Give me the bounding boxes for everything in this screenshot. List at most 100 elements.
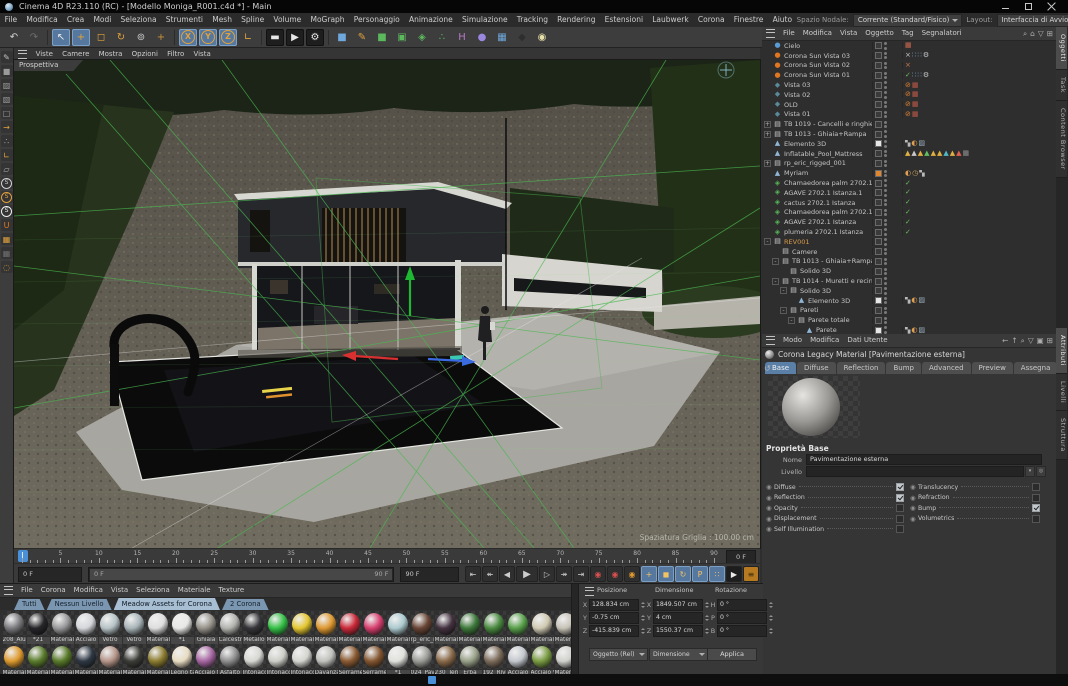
close-icon[interactable] <box>1047 2 1056 11</box>
object-row[interactable]: ◆ Vista 01 ⊘ ▦ <box>762 110 1056 120</box>
object-tag-icon[interactable]: ▦ <box>905 42 912 49</box>
viewport-menu-vista[interactable]: Vista <box>189 48 215 60</box>
object-row[interactable]: - ▤ Pareti <box>762 306 1056 316</box>
move-tool[interactable]: + <box>72 28 90 46</box>
visibility-toggles[interactable] <box>872 189 902 197</box>
preview-rotate-icon[interactable]: ↺ <box>764 364 771 373</box>
viewport-menu-opzioni[interactable]: Opzioni <box>127 48 162 60</box>
visibility-dots[interactable] <box>884 287 887 295</box>
object-tag-icon[interactable]: ✓ <box>905 189 911 196</box>
visibility-dots[interactable] <box>884 91 887 99</box>
object-manager-menu-icon[interactable] <box>766 29 775 38</box>
object-tag-icon[interactable]: ▲ <box>905 150 910 157</box>
visibility-toggles[interactable] <box>872 296 902 305</box>
layer-color-box[interactable] <box>875 71 882 79</box>
visibility-dots[interactable] <box>884 267 887 276</box>
object-tag-icon[interactable]: ⊘ <box>905 101 911 108</box>
spazio-nodale-dropdown[interactable]: Corrente (Standard/Fisico) <box>852 13 963 27</box>
viewport-menu-mostra[interactable]: Mostra <box>94 48 127 60</box>
material-swatch[interactable]: Material <box>74 644 98 677</box>
visibility-toggles[interactable] <box>872 51 902 60</box>
livello-picker-icon[interactable]: ◎ <box>1036 466 1046 477</box>
om-menu-file[interactable]: File <box>779 27 799 40</box>
panel-tab-oggetti[interactable]: Oggetti <box>1056 27 1067 70</box>
timeline-playhead[interactable] <box>18 550 28 562</box>
material-tab-meadow-assets-for-corona[interactable]: Meadow Assets for Corona <box>114 598 220 610</box>
menu-spline[interactable]: Spline <box>237 13 269 27</box>
viewport-menu-icon[interactable] <box>18 49 27 59</box>
quantize-icon[interactable]: U <box>0 219 13 231</box>
material-swatch[interactable]: *21 <box>26 611 50 644</box>
object-tag-icon[interactable]: × <box>905 52 911 59</box>
visibility-toggles[interactable] <box>872 71 902 80</box>
menu-estensioni[interactable]: Estensioni <box>600 13 648 27</box>
menu-crea[interactable]: Crea <box>62 13 89 27</box>
layout-dropdown[interactable]: Interfaccia di Avvio <box>996 13 1068 27</box>
add-primitive[interactable]: ■ <box>333 28 351 46</box>
object-row[interactable]: + ▤ TB 1019 - Cancelli e ringhiera <box>762 119 1056 129</box>
material-swatch[interactable]: Material <box>338 611 362 644</box>
object-tag-icon[interactable]: ⊘ <box>905 82 911 89</box>
om-menu-vista[interactable]: Vista <box>836 27 861 40</box>
layer-color-box[interactable] <box>875 326 882 334</box>
add-environment[interactable]: ▦ <box>493 28 511 46</box>
points-mode-icon[interactable]: ∴ <box>0 135 13 147</box>
menu-personaggio[interactable]: Personaggio <box>349 13 404 27</box>
material-swatch[interactable]: Metallo <box>242 611 266 644</box>
panel-tab-livelli[interactable]: Livelli <box>1056 373 1067 411</box>
visibility-dots[interactable] <box>884 51 887 60</box>
previous-key-button[interactable]: ↞ <box>481 566 498 582</box>
channel-anim-icon[interactable]: ◉ <box>766 483 774 491</box>
object-row[interactable]: -▤TB 1014 - Muretti e recinzioni <box>762 276 1056 286</box>
material-swatch[interactable]: Material <box>314 611 338 644</box>
layer-color-box[interactable] <box>875 52 882 60</box>
channel-checkbox[interactable] <box>1032 504 1040 513</box>
material-swatch[interactable]: Material <box>290 611 314 644</box>
render-settings[interactable]: ⚙ <box>306 28 324 46</box>
channel-checkbox[interactable] <box>896 483 904 492</box>
play-button[interactable]: ▶ <box>515 566 538 582</box>
am-menu-dati-utente[interactable]: Dati Utente <box>843 334 891 347</box>
material-swatch[interactable]: Ghiaia <box>194 611 218 644</box>
om-menu-tag[interactable]: Tag <box>898 27 918 40</box>
visibility-dots[interactable] <box>884 306 887 315</box>
tweak-tool-icon[interactable]: ✎ <box>0 51 13 63</box>
material-swatch[interactable]: Serrame <box>338 644 362 677</box>
object-tag-icon[interactable]: ▦ <box>963 150 970 157</box>
material-swatch[interactable]: Acciaio <box>506 644 530 677</box>
visibility-toggles[interactable] <box>872 61 902 70</box>
record-sound-button[interactable]: ◉ <box>606 566 623 582</box>
object-tag-icon[interactable]: ◐ <box>905 170 911 177</box>
object-row[interactable]: ● Cielo ▦ <box>762 41 1056 51</box>
menu-tracking[interactable]: Tracking <box>512 13 552 27</box>
layer-color-box[interactable] <box>875 277 882 285</box>
snap-2d-icon[interactable]: S <box>0 191 13 203</box>
previous-frame-button[interactable]: ◀ <box>498 566 515 582</box>
lock-y-axis[interactable]: Y <box>199 28 217 46</box>
object-tag-icon[interactable]: × <box>905 62 911 69</box>
object-tag-icon[interactable]: ∷ <box>912 52 916 59</box>
visibility-dots[interactable] <box>884 316 887 325</box>
layer-color-box[interactable] <box>875 297 882 305</box>
object-tag-icon[interactable]: ✓ <box>905 229 911 236</box>
material-swatch[interactable]: Material <box>2 644 26 677</box>
coordinate-system[interactable]: ∟ <box>239 28 257 46</box>
mm-menu-vista[interactable]: Vista <box>107 584 132 597</box>
material-swatch[interactable]: Acciaio f <box>194 644 218 677</box>
nome-field[interactable]: Pavimentazione esterna <box>806 454 1042 465</box>
visibility-toggles[interactable] <box>872 140 902 148</box>
live-selection-tool[interactable]: ↖ <box>52 28 70 46</box>
add-generator[interactable]: ■ <box>373 28 391 46</box>
visibility-dots[interactable] <box>884 326 887 334</box>
rotation-value-field[interactable]: 0 ° <box>717 625 767 637</box>
material-tab-nessun-livello[interactable]: Nessun Livello <box>47 599 112 610</box>
visibility-toggles[interactable] <box>872 42 902 50</box>
add-volume[interactable]: ▣ <box>393 28 411 46</box>
lock-z-axis[interactable]: Z <box>219 28 237 46</box>
visibility-toggles[interactable] <box>872 130 902 138</box>
edges-mode-icon[interactable]: ∟ <box>0 149 13 161</box>
add-metaball[interactable]: ● <box>473 28 491 46</box>
autokey-button[interactable]: ◉ <box>623 566 640 582</box>
channel-anim-icon[interactable]: ◉ <box>910 483 918 491</box>
maximize-icon[interactable] <box>1024 2 1033 11</box>
